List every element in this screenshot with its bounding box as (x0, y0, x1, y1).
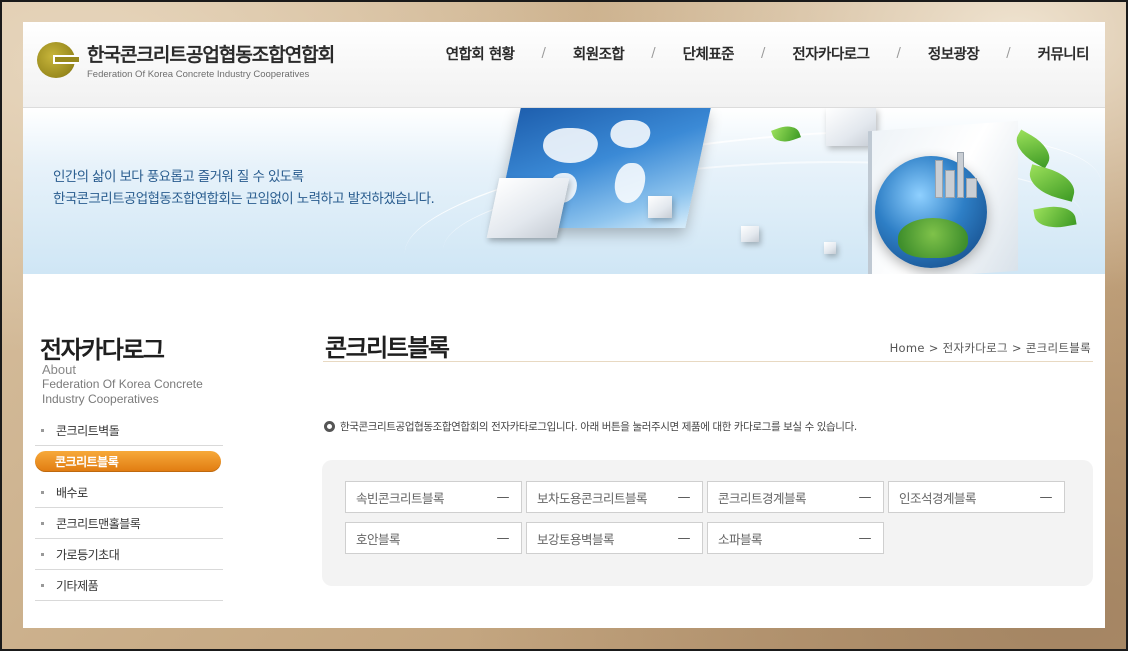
sidebar-menu: 콘크리트벽돌 콘크리트블록 배수로 콘크리트맨홀블록 가로등기초대 기타제품 (35, 415, 223, 601)
sidebar-item-concrete-brick[interactable]: 콘크리트벽돌 (35, 415, 223, 446)
nav-item-group-standards[interactable]: 단체표준 (683, 43, 735, 64)
sidebar-about: About (42, 362, 76, 377)
bullet-icon (41, 552, 44, 556)
page-container: 한국콘크리트공업협동조합연합회 Federation Of Korea Conc… (23, 22, 1105, 628)
bullet-icon (41, 583, 44, 587)
collapse-icon: — (1039, 489, 1053, 505)
sidebar-item-concrete-block[interactable]: 콘크리트블록 (35, 446, 223, 477)
catalog-button-paving-block[interactable]: 보차도용콘크리트블록 — (526, 481, 703, 513)
catalog-button-revetment-block[interactable]: 호안블록 — (345, 522, 522, 554)
hero-banner: 인간의 삶이 보다 풍요롭고 즐거워 질 수 있도록 한국콘크리트공업협동조합연… (23, 108, 1105, 274)
site-logo[interactable]: 한국콘크리트공업협동조합연합회 Federation Of Korea Conc… (37, 40, 335, 80)
title-divider (323, 361, 1093, 362)
logo-text: 한국콘크리트공업협동조합연합회 Federation Of Korea Conc… (87, 40, 335, 80)
sidebar-sub-line2: Industry Cooperatives (42, 392, 159, 406)
nav-separator: / (651, 46, 656, 61)
content-area: 전자카다로그 About Federation Of Korea Concret… (23, 274, 1105, 628)
catalog-button-label: 소파블록 (718, 531, 763, 547)
banner-slogan-line2: 한국콘크리트공업협동조합연합회는 끈임없이 노력하고 발전하겠습니다. (53, 191, 435, 207)
globe-land (898, 218, 968, 258)
catalog-button-label: 속빈콘크리트블록 (356, 490, 445, 506)
collapse-icon: — (496, 489, 510, 505)
nav-separator: / (1006, 46, 1011, 61)
nav-separator: / (761, 46, 766, 61)
collapse-icon: — (496, 530, 510, 546)
banner-cube (741, 226, 759, 242)
breadcrumb: Home > 전자카다로그 > 콘크리트블록 (889, 341, 1091, 355)
banner-cube (824, 242, 836, 254)
banner-cube (648, 196, 672, 218)
sidebar-subtitle: About Federation Of Korea Concrete Indus… (42, 362, 203, 407)
sidebar-item-label: 기타제품 (56, 578, 99, 593)
site-header: 한국콘크리트공업협동조합연합회 Federation Of Korea Conc… (23, 22, 1105, 108)
catalog-button-hollow-block[interactable]: 속빈콘크리트블록 — (345, 481, 522, 513)
collapse-icon: — (677, 530, 691, 546)
sidebar-item-drainage[interactable]: 배수로 (35, 477, 223, 508)
catalog-button-wave-dissipating-block[interactable]: 소파블록 — (707, 522, 884, 554)
collapse-icon: — (677, 489, 691, 505)
banner-slogan-line1: 인간의 삶이 보다 풍요롭고 즐거워 질 수 있도록 (53, 169, 304, 185)
sidebar-item-streetlight-base[interactable]: 가로등기초대 (35, 539, 223, 570)
nav-item-e-catalog[interactable]: 전자카다로그 (792, 43, 870, 64)
sidebar-item-other-products[interactable]: 기타제품 (35, 570, 223, 601)
nav-separator: / (896, 46, 901, 61)
city-building (935, 160, 943, 198)
sidebar-sub-line1: Federation Of Korea Concrete (42, 377, 203, 391)
logo-name-en: Federation Of Korea Concrete Industry Co… (87, 69, 310, 80)
collapse-icon: — (858, 489, 872, 505)
collapse-icon: — (858, 530, 872, 546)
catalog-button-label: 인조석경계블록 (899, 490, 977, 506)
main-nav: 연합회 현황 / 회원조합 / 단체표준 / 전자카다로그 / 정보광장 / 커… (446, 43, 1090, 64)
city-building (957, 152, 964, 198)
city-building (966, 178, 977, 198)
nav-item-community[interactable]: 커뮤니티 (1038, 43, 1090, 64)
catalog-notice-text: 한국콘크리트공업협동조합연합회의 전자카타로그입니다. 아래 버튼을 눌러주시면… (340, 421, 857, 433)
catalog-button-label: 보강토용벽블록 (537, 531, 615, 547)
nav-item-federation-status[interactable]: 연합회 현황 (446, 43, 515, 64)
catalog-button-artificial-stone-curb[interactable]: 인조석경계블록 — (888, 481, 1065, 513)
sidebar-title: 전자카다로그 (40, 336, 165, 364)
banner-cube (486, 178, 570, 238)
sidebar-item-label: 가로등기초대 (56, 547, 120, 562)
logo-emblem-icon (37, 40, 79, 80)
page-title: 콘크리트블록 (325, 334, 450, 362)
city-building (945, 170, 955, 198)
catalog-button-panel: 속빈콘크리트블록 — 보차도용콘크리트블록 — 콘크리트경계블록 — 인조석경계… (322, 460, 1093, 586)
nav-item-member-unions[interactable]: 회원조합 (573, 43, 625, 64)
catalog-button-label: 보차도용콘크리트블록 (537, 490, 648, 506)
catalog-button-curb-block[interactable]: 콘크리트경계블록 — (707, 481, 884, 513)
sidebar-item-label: 콘크리트맨홀블록 (56, 516, 141, 531)
sidebar-item-label-active: 콘크리트블록 (35, 451, 221, 472)
catalog-button-label: 콘크리트경계블록 (718, 490, 807, 506)
sidebar-item-manhole-block[interactable]: 콘크리트맨홀블록 (35, 508, 223, 539)
banner-slogan: 인간의 삶이 보다 풍요롭고 즐거워 질 수 있도록 한국콘크리트공업협동조합연… (53, 166, 435, 210)
circle-bullet-icon (324, 421, 335, 432)
bullet-icon (41, 490, 44, 494)
catalog-notice: 한국콘크리트공업협동조합연합회의 전자카타로그입니다. 아래 버튼을 눌러주시면… (324, 419, 857, 434)
bullet-icon (41, 521, 44, 525)
catalog-button-retaining-wall-block[interactable]: 보강토용벽블록 — (526, 522, 703, 554)
catalog-button-label: 호안블록 (356, 531, 401, 547)
sidebar-item-label: 배수로 (56, 485, 88, 500)
bullet-icon (41, 428, 44, 432)
sidebar-item-label: 콘크리트벽돌 (56, 423, 120, 438)
nav-separator: / (541, 46, 546, 61)
logo-name-ko: 한국콘크리트공업협동조합연합회 (87, 44, 335, 66)
nav-item-info-plaza[interactable]: 정보광장 (928, 43, 980, 64)
